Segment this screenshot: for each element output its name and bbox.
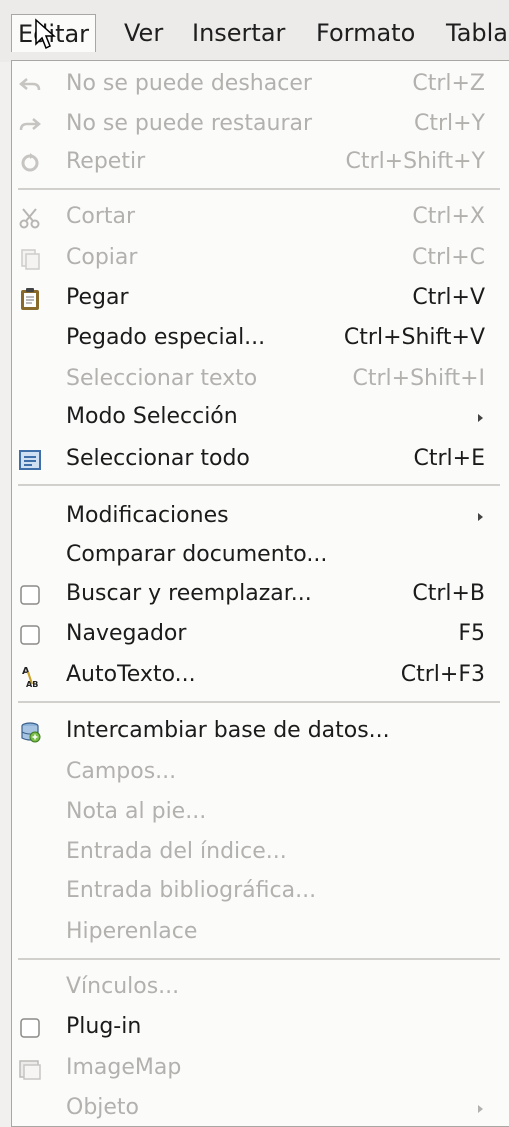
menu-item-label: Campos... [66, 759, 177, 784]
menu-item-pegado-especial[interactable]: Pegado especial... Ctrl+Shift+V [12, 319, 499, 357]
imagemap-icon [19, 1060, 41, 1080]
menu-item-label: Entrada bibliográfica... [66, 878, 317, 903]
database-icon [21, 722, 41, 743]
menu-item-campos: Campos... [12, 753, 499, 791]
menu-item-label: Hiperenlace [66, 919, 198, 944]
menu-item-label: Objeto [66, 1095, 140, 1120]
menu-item-label: Repetir [66, 149, 146, 174]
redo-icon [19, 118, 41, 131]
copy-icon [21, 249, 40, 270]
mouse-pointer-icon [35, 18, 56, 50]
menu-formato[interactable]: Formato [310, 14, 421, 52]
menu-item-buscar-reemplazar[interactable]: Buscar y reemplazar... Ctrl+B [12, 575, 499, 613]
menu-item-shortcut: Ctrl+Shift+V [343, 325, 485, 350]
menu-item-label: Entrada del índice... [66, 839, 287, 864]
menu-separator [18, 958, 500, 960]
menu-item-modo-seleccion[interactable]: Modo Selección [12, 398, 499, 436]
menu-item-label: No se puede restaurar [66, 111, 313, 136]
menu-item-shortcut: Ctrl+Shift+I [352, 366, 485, 391]
menu-item-shortcut: Ctrl+B [412, 581, 485, 606]
menu-item-copiar: Copiar Ctrl+C [12, 239, 499, 277]
menu-item-plug-in[interactable]: Plug-in [12, 1008, 499, 1046]
menu-item-comparar-documento[interactable]: Comparar documento... [12, 536, 499, 574]
menu-item-nota-al-pie: Nota al pie... [12, 793, 499, 831]
menu-item-entrada-bibliografica: Entrada bibliográfica... [12, 872, 499, 910]
menu-item-label: AutoTexto... [66, 662, 196, 687]
menu-item-label: Seleccionar texto [66, 366, 258, 391]
menu-item-shortcut: Ctrl+Y [413, 111, 485, 136]
scissors-icon [19, 208, 40, 229]
menu-item-shortcut: Ctrl+X [412, 204, 485, 229]
menu-item-intercambiar-base-datos[interactable]: Intercambiar base de datos... [12, 712, 499, 750]
checkbox-icon[interactable] [18, 1016, 42, 1040]
menu-item-shortcut: Ctrl+F3 [400, 662, 485, 687]
checkbox-icon[interactable] [18, 623, 42, 647]
menu-item-label: Cortar [66, 204, 136, 229]
menu-item-repetir: Repetir Ctrl+Shift+Y [12, 143, 499, 181]
menu-item-label: Intercambiar base de datos... [66, 718, 390, 743]
menu-item-shortcut: Ctrl+E [413, 446, 485, 471]
menu-item-label: Buscar y reemplazar... [66, 581, 312, 606]
menu-bar: Editar Ver Insertar Formato Tabla [0, 0, 509, 62]
select-all-icon [19, 450, 41, 470]
submenu-arrow-icon [478, 414, 483, 422]
menu-item-shortcut: F5 [458, 621, 485, 646]
svg-text:AB: AB [26, 680, 38, 688]
menu-item-label: Modificaciones [66, 503, 229, 528]
menu-item-autotexto[interactable]: A AB AutoTexto... Ctrl+F3 [12, 656, 499, 694]
submenu-arrow-icon [478, 1105, 483, 1113]
menu-item-entrada-indice: Entrada del índice... [12, 833, 499, 871]
menu-item-hiperenlace: Hiperenlace [12, 913, 499, 951]
menu-separator [18, 484, 500, 486]
menu-item-label: Comparar documento... [66, 542, 328, 567]
menu-item-label: Pegado especial... [66, 325, 266, 350]
menu-tabla[interactable]: Tabla [440, 14, 509, 52]
menu-item-objeto: Objeto [12, 1089, 499, 1127]
menu-insertar[interactable]: Insertar [186, 14, 291, 52]
editar-dropdown-menu: No se puede deshacer Ctrl+Z No se puede … [11, 60, 509, 1127]
menu-item-label: Nota al pie... [66, 799, 207, 824]
menu-item-shortcut: Ctrl+Shift+Y [345, 149, 485, 174]
menu-separator [18, 701, 500, 703]
menu-item-shortcut: Ctrl+V [412, 285, 485, 310]
menu-item-navegador[interactable]: Navegador F5 [12, 615, 499, 653]
menu-item-label: Copiar [66, 245, 138, 270]
menu-item-seleccionar-todo[interactable]: Seleccionar todo Ctrl+E [12, 440, 499, 478]
menu-item-shortcut: Ctrl+Z [412, 71, 485, 96]
menu-item-deshacer: No se puede deshacer Ctrl+Z [12, 65, 499, 103]
autotext-icon: AAB [22, 666, 38, 688]
menu-separator [18, 188, 500, 190]
menu-item-label: Modo Selección [66, 404, 238, 429]
menu-item-imagemap: ImageMap [12, 1049, 499, 1087]
menu-item-shortcut: Ctrl+C [412, 245, 485, 270]
menu-item-restaurar: No se puede restaurar Ctrl+Y [12, 105, 499, 143]
repeat-icon [21, 153, 39, 172]
menu-item-vinculos: Vínculos... [12, 968, 499, 1006]
menu-item-seleccionar-texto: Seleccionar texto Ctrl+Shift+I [12, 360, 499, 398]
menu-item-label: Seleccionar todo [66, 446, 250, 471]
menu-item-label: ImageMap [66, 1055, 182, 1080]
menu-item-pegar[interactable]: Pegar Ctrl+V [12, 279, 499, 317]
submenu-arrow-icon [478, 513, 483, 521]
menu-item-label: Pegar [66, 285, 129, 310]
menu-item-label: Vínculos... [66, 974, 180, 999]
menu-item-cortar: Cortar Ctrl+X [12, 198, 499, 236]
clipboard-icon [21, 288, 39, 310]
checkbox-icon[interactable] [18, 583, 42, 607]
undo-icon [19, 78, 41, 91]
menu-item-label: Navegador [66, 621, 187, 646]
menu-ver[interactable]: Ver [118, 14, 169, 52]
menu-item-label: Plug-in [66, 1014, 142, 1039]
menu-item-modificaciones[interactable]: Modificaciones [12, 497, 499, 535]
menu-item-label: No se puede deshacer [66, 71, 312, 96]
